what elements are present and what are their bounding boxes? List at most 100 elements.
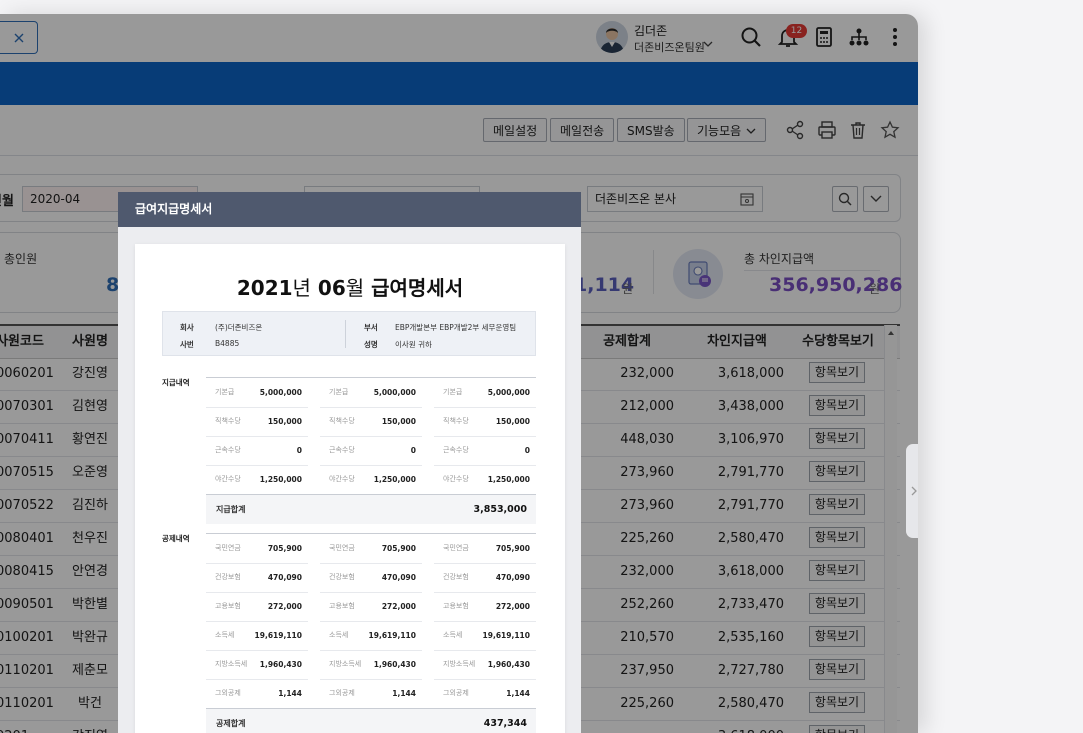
doc-year: 2021 [236, 276, 293, 300]
payslip-row: 국민연금 705,900 국민연금 705,900 국민연금 705,900 [206, 534, 536, 564]
payslip-item-value: 1,144 [392, 689, 416, 698]
payslip-cell: 야간수당 1,250,000 [320, 465, 422, 495]
payslip-item-value: 1,250,000 [487, 475, 530, 484]
payslip-cell: 직책수당 150,000 [320, 407, 422, 437]
payslip-cell: 국민연금 705,900 [434, 534, 536, 564]
payslip-row: 고용보험 272,000 고용보험 272,000 고용보험 272,000 [206, 592, 536, 622]
name-value: 이사원 귀하 [395, 340, 432, 349]
payslip-item-value: 5,000,000 [373, 388, 416, 397]
doc-month: 06 [317, 276, 346, 300]
payslip-cell: 기본급 5,000,000 [434, 378, 536, 408]
payslip-cell: 그외공제 1,144 [434, 679, 536, 709]
payslip-cell: 직책수당 150,000 [434, 407, 536, 437]
company-value: (주)더존비즈온 [215, 323, 263, 332]
payslip-item-value: 272,000 [267, 602, 302, 611]
payslip-cell: 건강보험 470,090 [206, 563, 308, 593]
payslip-item-value: 272,000 [381, 602, 416, 611]
payslip-item-value: 1,960,430 [259, 660, 302, 669]
payslip-document: 2021년 06월 급여명세서 회사 (주)더존비즈온 사번 B4885 부서 … [135, 244, 565, 733]
payslip-cell: 그외공제 1,144 [206, 679, 308, 709]
payslip-item-value: 19,619,110 [254, 631, 302, 640]
deduct-items-grid: 국민연금 705,900 국민연금 705,900 국민연금 705,900 건강보험 470… [206, 533, 536, 709]
payslip-item-value: 5,000,000 [487, 388, 530, 397]
doc-month-unit: 월 [345, 276, 365, 300]
payslip-item-label: 기본급 [329, 388, 349, 396]
payslip-item-value: 1,144 [506, 689, 530, 698]
employee-info-box: 회사 (주)더존비즈온 사번 B4885 부서 EBP개발본부 EBP개발2부 … [162, 311, 536, 356]
payslip-item-label: 근속수당 [215, 446, 241, 454]
payslip-item-value: 19,619,110 [482, 631, 530, 640]
payslip-item-value: 470,090 [381, 573, 416, 582]
payslip-item-value: 0 [524, 446, 530, 455]
payslip-item-value: 470,090 [495, 573, 530, 582]
payslip-title: 2021년 06월 급여명세서 [135, 272, 565, 301]
payslip-cell: 야간수당 1,250,000 [206, 465, 308, 495]
dept-value: EBP개발본부 EBP개발2부 세무운영팀 [395, 323, 517, 332]
payslip-item-label: 근속수당 [329, 446, 355, 454]
payslip-row: 야간수당 1,250,000 야간수당 1,250,000 야간수당 1,250,000 [206, 465, 536, 495]
payslip-item-label: 고용보험 [215, 602, 241, 610]
payslip-cell: 고용보험 272,000 [320, 592, 422, 622]
payslip-item-value: 1,144 [278, 689, 302, 698]
side-panel-handle[interactable] [906, 444, 918, 538]
emp-no-label: 사번 [180, 340, 194, 349]
payslip-item-value: 1,960,430 [373, 660, 416, 669]
payslip-item-label: 국민연금 [215, 544, 241, 552]
payslip-row: 그외공제 1,144 그외공제 1,144 그외공제 1,144 [206, 679, 536, 709]
payslip-item-label: 국민연금 [443, 544, 469, 552]
info-divider [345, 320, 346, 348]
payslip-item-label: 건강보험 [443, 573, 469, 581]
payslip-item-label: 그외공제 [215, 689, 241, 697]
payslip-item-value: 705,900 [495, 544, 530, 553]
doc-name: 급여명세서 [371, 276, 464, 300]
payslip-item-label: 직책수당 [215, 417, 241, 425]
payslip-cell: 국민연금 705,900 [206, 534, 308, 564]
emp-no-value: B4885 [215, 339, 240, 348]
payslip-cell: 고용보험 272,000 [434, 592, 536, 622]
payslip-cell: 지방소득세 1,960,430 [434, 650, 536, 680]
doc-year-unit: 년 [292, 276, 311, 300]
payslip-item-label: 근속수당 [443, 446, 469, 454]
payslip-item-label: 고용보험 [329, 602, 355, 610]
payslip-item-value: 0 [296, 446, 302, 455]
payslip-cell: 소득세 19,619,110 [206, 621, 308, 651]
payslip-item-value: 1,250,000 [259, 475, 302, 484]
payslip-item-label: 소득세 [215, 631, 235, 639]
payslip-item-label: 소득세 [443, 631, 463, 639]
payslip-item-value: 1,250,000 [373, 475, 416, 484]
payslip-item-label: 국민연금 [329, 544, 355, 552]
payslip-item-label: 지방소득세 [215, 660, 248, 668]
payslip-item-label: 야간수당 [443, 475, 469, 483]
payslip-row: 지방소득세 1,960,430 지방소득세 1,960,430 지방소득세 1,960,4… [206, 650, 536, 680]
payslip-cell: 근속수당 0 [434, 436, 536, 466]
payslip-cell: 그외공제 1,144 [320, 679, 422, 709]
payslip-cell: 지방소득세 1,960,430 [206, 650, 308, 680]
payslip-item-label: 그외공제 [443, 689, 469, 697]
pay-total-label: 지급합계 [216, 505, 246, 514]
payslip-item-value: 1,960,430 [487, 660, 530, 669]
payslip-item-value: 470,090 [267, 573, 302, 582]
payslip-cell: 지방소득세 1,960,430 [320, 650, 422, 680]
chevron-right-icon [911, 486, 917, 496]
payslip-item-label: 직책수당 [329, 417, 355, 425]
payslip-item-label: 건강보험 [215, 573, 241, 581]
payslip-row: 직책수당 150,000 직책수당 150,000 직책수당 150,000 [206, 407, 536, 437]
payslip-item-value: 19,619,110 [368, 631, 416, 640]
payslip-row: 건강보험 470,090 건강보험 470,090 건강보험 470,090 [206, 563, 536, 593]
payslip-item-value: 150,000 [267, 417, 302, 426]
payroll-app-window: 김더존 더존비즈온팀원 12 메일설정 메일전송 SMS발송 기능모음 년월 2… [0, 14, 918, 733]
payslip-item-label: 소득세 [329, 631, 349, 639]
company-label: 회사 [180, 323, 194, 332]
payslip-item-label: 지방소득세 [329, 660, 362, 668]
payslip-item-label: 기본급 [215, 388, 235, 396]
deduct-total-label: 공제합계 [216, 719, 246, 728]
payslip-item-value: 705,900 [381, 544, 416, 553]
payslip-item-label: 건강보험 [329, 573, 355, 581]
payslip-cell: 건강보험 470,090 [320, 563, 422, 593]
payslip-cell: 고용보험 272,000 [206, 592, 308, 622]
pay-total-row: 지급합계 3,853,000 [206, 494, 536, 524]
payslip-cell: 건강보험 470,090 [434, 563, 536, 593]
name-label: 성명 [364, 340, 378, 349]
payslip-cell: 소득세 19,619,110 [434, 621, 536, 651]
pay-items-grid: 기본급 5,000,000 기본급 5,000,000 기본급 5,000,000 직책수당… [206, 377, 536, 495]
